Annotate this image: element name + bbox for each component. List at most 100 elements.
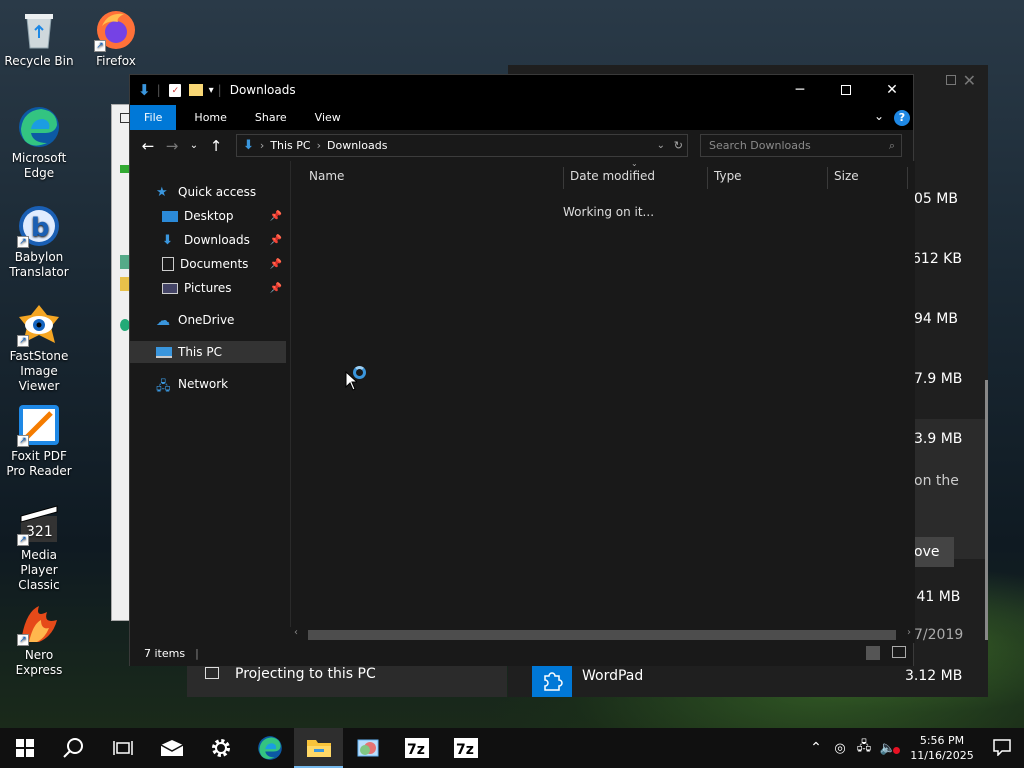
- breadcrumb-this-pc[interactable]: This PC: [270, 139, 310, 152]
- scrollbar[interactable]: [985, 380, 988, 640]
- app-size: 7.9 MB: [914, 371, 963, 387]
- desktop-icon-edge[interactable]: Microsoft Edge: [1, 105, 77, 181]
- close-icon[interactable]: ✕: [963, 71, 976, 90]
- close-button[interactable]: ✕: [869, 75, 915, 105]
- uninstall-button[interactable]: ove: [914, 537, 954, 567]
- nav-item-downloads[interactable]: ⬇ Downloads 📌: [130, 229, 286, 251]
- download-arrow-icon: ⬇: [138, 81, 151, 99]
- desktop-icon-recycle-bin[interactable]: Recycle Bin: [1, 8, 77, 69]
- tab-file[interactable]: File: [130, 105, 177, 130]
- up-arrow-icon[interactable]: ↑: [204, 137, 228, 155]
- scrollbar-thumb[interactable]: [308, 630, 896, 640]
- edge-icon: [257, 736, 282, 760]
- search-button[interactable]: [49, 728, 98, 768]
- forward-arrow-icon[interactable]: →: [160, 137, 184, 155]
- tab-home[interactable]: Home: [180, 105, 240, 130]
- app-name[interactable]: WordPad: [582, 668, 643, 684]
- nav-item-desktop[interactable]: Desktop 📌: [130, 205, 286, 227]
- pin-icon[interactable]: 📌: [270, 283, 282, 294]
- search-input[interactable]: Search Downloads ⌕: [700, 134, 902, 157]
- volume-muted-icon[interactable]: 🔈: [876, 741, 900, 756]
- desktop-icon-label: Nero Express: [15, 648, 63, 677]
- babylon-icon: b ↗: [17, 204, 61, 248]
- start-button[interactable]: [0, 728, 49, 768]
- maximize-button[interactable]: [823, 75, 869, 105]
- taskbar-file-explorer[interactable]: [294, 728, 343, 768]
- settings-item-projecting[interactable]: Projecting to this PC: [235, 666, 376, 682]
- expand-ribbon-icon[interactable]: ⌄: [874, 109, 884, 123]
- selected-app-panel: 3.9 MB on the ove: [914, 419, 986, 567]
- desktop-icon-nero[interactable]: ↗ Nero Express: [1, 602, 77, 678]
- loading-text: Working on it...: [563, 205, 655, 219]
- clock[interactable]: 5:56 PM 11/16/2025: [904, 733, 980, 763]
- file-list: Name Date modified ⌄ Type Size Working o…: [290, 159, 915, 641]
- nav-label: This PC: [178, 345, 222, 359]
- desktop-icon-faststone[interactable]: ↗ FastStone Image Viewer: [1, 303, 77, 394]
- address-dropdown-icon[interactable]: ⌄: [657, 140, 665, 151]
- scroll-right-icon[interactable]: ›: [907, 627, 911, 638]
- taskbar-mail[interactable]: [147, 728, 196, 768]
- scroll-left-icon[interactable]: ‹: [294, 627, 298, 638]
- foxit-icon: ↗: [17, 403, 61, 447]
- minimize-button[interactable]: ─: [777, 75, 823, 105]
- navigation-pane: ★ Quick access Desktop 📌 ⬇ Downloads 📌 D…: [130, 161, 290, 641]
- desktop-icon-foxit[interactable]: ↗ Foxit PDF Pro Reader: [1, 403, 77, 479]
- meet-now-icon[interactable]: ◎: [828, 741, 852, 756]
- taskbar-7zip[interactable]: 7z: [441, 728, 490, 768]
- tab-share[interactable]: Share: [241, 105, 301, 130]
- task-view-icon: [112, 741, 133, 755]
- taskbar-app[interactable]: [343, 728, 392, 768]
- chevron-up-icon[interactable]: ⌃: [804, 740, 828, 756]
- nav-item-this-pc[interactable]: This PC: [130, 341, 286, 363]
- help-icon[interactable]: ?: [894, 110, 910, 126]
- tab-view[interactable]: View: [301, 105, 355, 130]
- column-header-date[interactable]: Date modified: [570, 169, 655, 183]
- download-arrow-icon: ⬇: [243, 138, 254, 153]
- notifications-icon[interactable]: [980, 738, 1024, 759]
- nav-item-pictures[interactable]: Pictures 📌: [130, 277, 286, 299]
- item-count: 7 items: [144, 647, 186, 660]
- refresh-icon[interactable]: ↻: [674, 139, 683, 152]
- properties-icon[interactable]: ✓: [168, 83, 181, 97]
- taskbar-7zip[interactable]: 7z: [392, 728, 441, 768]
- new-folder-icon[interactable]: [188, 84, 203, 96]
- pin-icon[interactable]: 📌: [270, 259, 282, 270]
- task-view-button[interactable]: [98, 728, 147, 768]
- breadcrumb-separator-icon[interactable]: ›: [260, 139, 264, 152]
- network-status-icon[interactable]: 🖧: [852, 737, 876, 759]
- nav-item-onedrive[interactable]: ☁ OneDrive: [130, 309, 286, 331]
- column-header-type[interactable]: Type: [714, 169, 742, 183]
- nav-item-quick-access[interactable]: ★ Quick access: [130, 181, 286, 203]
- back-arrow-icon[interactable]: ←: [136, 137, 160, 155]
- desktop-icon-babylon[interactable]: b ↗ Babylon Translator: [1, 204, 77, 280]
- column-header-name[interactable]: Name: [309, 169, 344, 183]
- app-size: 05 MB: [914, 191, 958, 207]
- maximize-icon[interactable]: [946, 75, 956, 85]
- pin-icon[interactable]: 📌: [270, 211, 282, 222]
- desktop-folder-icon: [162, 210, 178, 222]
- faststone-icon: ↗: [17, 303, 61, 347]
- folder-icon: [306, 740, 331, 757]
- column-header-size[interactable]: Size: [834, 169, 859, 183]
- address-bar[interactable]: ⬇ › This PC › Downloads ⌄ ↻: [236, 134, 688, 157]
- app-description: on the: [914, 473, 959, 489]
- pin-icon[interactable]: 📌: [270, 235, 282, 246]
- nav-item-network[interactable]: 🖧 Network: [130, 373, 286, 395]
- desktop-icon-firefox[interactable]: ↗ Firefox: [78, 8, 154, 69]
- firefox-icon: ↗: [94, 8, 138, 52]
- clock-date: 11/16/2025: [910, 749, 974, 762]
- title-bar[interactable]: ⬇ | ✓ ▾ | Downloads ─ ✕: [130, 75, 913, 105]
- nav-item-documents[interactable]: Documents 📌: [130, 253, 286, 275]
- recent-locations-icon[interactable]: ⌄: [184, 140, 204, 151]
- desktop-icon-media-player[interactable]: 321 ↗ Media Player Classic: [1, 502, 77, 593]
- app-size: .41 MB: [912, 589, 961, 605]
- taskbar-settings[interactable]: [196, 728, 245, 768]
- svg-text:321: 321: [26, 524, 53, 540]
- quick-access-dropdown-icon[interactable]: ▾: [209, 85, 214, 96]
- app-size: 612 KB: [912, 251, 962, 267]
- taskbar-edge[interactable]: [245, 728, 294, 768]
- details-view-icon[interactable]: [866, 646, 880, 660]
- large-icons-view-icon[interactable]: [892, 646, 906, 658]
- breadcrumb-downloads[interactable]: Downloads: [327, 139, 387, 152]
- breadcrumb-separator-icon[interactable]: ›: [317, 139, 321, 152]
